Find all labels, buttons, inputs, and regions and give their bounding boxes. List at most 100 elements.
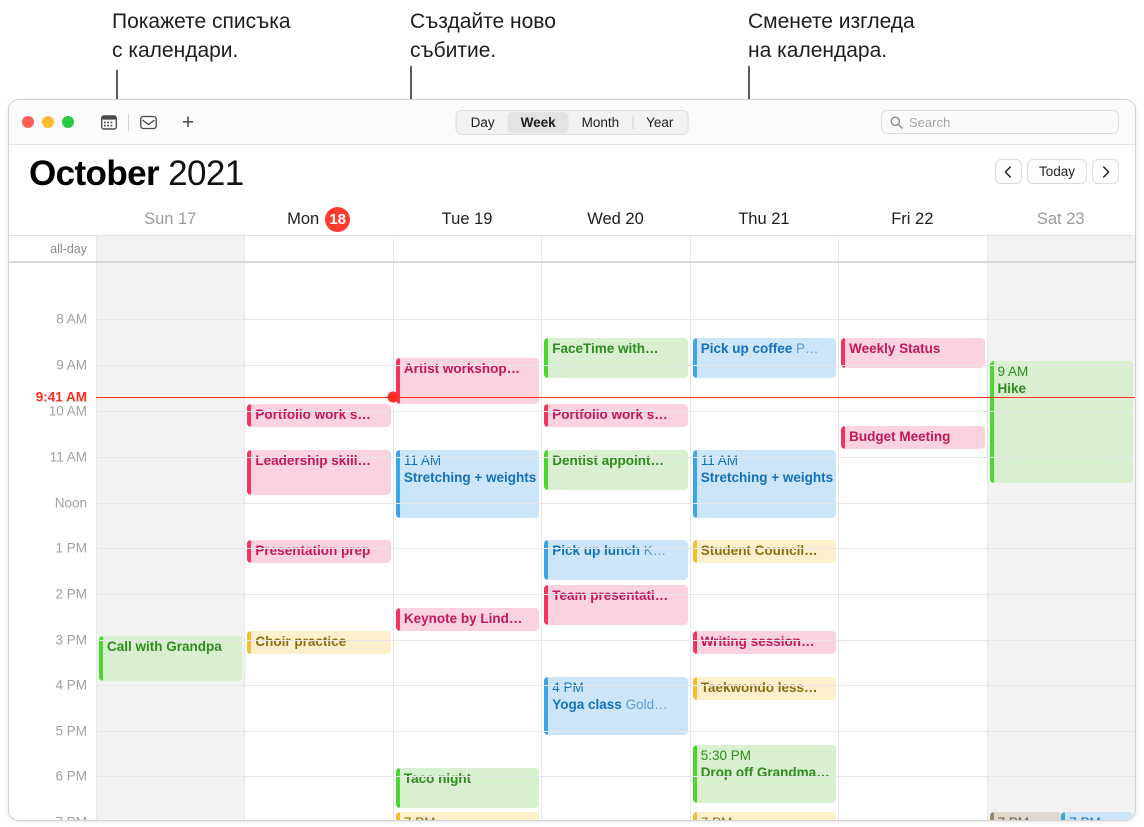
calendar-event[interactable]: Writing session… xyxy=(692,631,837,654)
page-title: October 2021 xyxy=(29,154,244,194)
day-column-thu[interactable]: Pick up coffee P… 11 AM Stretching + weigh… xyxy=(689,263,838,820)
calendar-event[interactable]: Choir practice xyxy=(247,631,391,654)
hour-label-10-am: 10 AM xyxy=(48,403,87,419)
calendar-window: + Day Week Month Year Search October 202… xyxy=(8,99,1136,821)
all-day-cell-mon[interactable] xyxy=(244,236,392,261)
calendar-event[interactable]: Budget Meeting xyxy=(841,426,985,449)
day-header-sat[interactable]: Sat 23 xyxy=(987,203,1135,235)
event-title: Weekly Status xyxy=(849,341,941,356)
inbox-button[interactable] xyxy=(134,109,162,135)
calendar-event[interactable]: FaceTime with… xyxy=(544,338,688,378)
chevron-left-icon xyxy=(1005,165,1012,178)
callout-text-calendar-list: Покажете списъка с календари. xyxy=(112,10,291,62)
new-event-button[interactable]: + xyxy=(176,112,200,133)
calendar-event[interactable]: Portfolio work s… xyxy=(247,404,391,427)
hour-label-7-pm: 7 PM xyxy=(9,815,87,821)
calendar-event[interactable]: Dentist appoint… xyxy=(544,450,688,490)
view-tab-week[interactable]: Week xyxy=(507,111,569,133)
calendar-event[interactable]: Pick up lunch K… xyxy=(544,540,688,580)
event-location: P… xyxy=(792,341,819,356)
calendar-event[interactable]: Portfolio work s… xyxy=(544,404,688,427)
day-column-wed[interactable]: FaceTime with… Portfolio work s… Dentist a… xyxy=(541,263,689,820)
event-time: 11 AM xyxy=(403,453,442,468)
event-title: Hike xyxy=(997,381,1027,397)
calendar-event[interactable]: Team presentati… xyxy=(544,585,688,625)
event-title: FaceTime with… xyxy=(552,341,659,356)
calendar-list-button[interactable] xyxy=(95,109,123,135)
day-column-mon[interactable]: Portfolio work s… Leadership skill… Presen… xyxy=(244,263,392,820)
hour-label-9-am: 9 AM xyxy=(56,357,87,373)
hour-gridline xyxy=(96,731,1135,732)
toolbar-icon-group: + xyxy=(95,109,200,135)
day-column-tue[interactable]: Artist workshop… 11 AM Stretching + weight… xyxy=(392,263,541,820)
event-title: Writing session… xyxy=(700,634,815,649)
day-header-tue[interactable]: Tue 19 xyxy=(393,203,541,235)
all-day-row: all-day xyxy=(9,236,1135,263)
calendar-event[interactable]: 7 PM xyxy=(692,812,837,820)
event-title: Portfolio work s… xyxy=(552,407,668,422)
hour-gridline xyxy=(96,685,1135,686)
event-time: 7 PM xyxy=(1069,814,1130,820)
day-column-sat[interactable]: 9 AMHike 7 PM 7 PM xyxy=(986,263,1135,820)
calendar-grid[interactable]: 8 AM 9 AM 10 AM 11 AM Noon 1 PM 2 PM 3 PM 4 PM 5 … xyxy=(9,263,1135,821)
calendar-event[interactable]: Student Council… xyxy=(692,540,837,563)
view-tab-month[interactable]: Month xyxy=(569,112,633,133)
close-button[interactable] xyxy=(22,116,34,128)
calendar-event[interactable]: 9 AM Hike xyxy=(989,361,1133,483)
day-header-row: Sun 17 Mon 18 Tue 19 Wed 20 Thu 21 Fri 22 Sat 2… xyxy=(9,203,1135,236)
calendar-event[interactable]: Presentation prep xyxy=(247,540,391,563)
day-column-sun[interactable]: Call with Grandpa xyxy=(96,263,245,820)
day-header-thu[interactable]: Thu 21 xyxy=(690,203,838,235)
search-icon xyxy=(890,116,903,129)
chevron-right-icon xyxy=(1102,165,1109,178)
hour-gridline xyxy=(96,503,1135,504)
day-header-wed[interactable]: Wed 20 xyxy=(541,203,689,235)
all-day-cell-tue[interactable] xyxy=(392,236,541,261)
calendar-event[interactable]: 11 AM Stretching + weights xyxy=(395,450,540,518)
hour-label-11-am: 11 AM xyxy=(49,449,87,465)
day-header-mon[interactable]: Mon 18 xyxy=(244,203,392,235)
search-field[interactable]: Search xyxy=(881,110,1119,134)
calendar-event[interactable]: 11 AM Stretching + weights xyxy=(692,450,837,518)
hour-gridline xyxy=(96,457,1135,458)
calendar-event[interactable]: Keynote by Lind… xyxy=(395,608,540,631)
toolbar-divider xyxy=(128,113,129,131)
event-location: K… xyxy=(640,543,667,558)
calendar-event[interactable]: Pick up coffee P… xyxy=(692,338,837,378)
calendar-event[interactable]: Taekwondo less… xyxy=(692,677,837,700)
hour-gridline xyxy=(96,411,1135,412)
all-day-cell-thu[interactable] xyxy=(689,236,838,261)
all-day-cell-sat[interactable] xyxy=(986,236,1135,261)
calendar-event[interactable]: Weekly Status xyxy=(841,338,985,368)
view-tab-year[interactable]: Year xyxy=(633,112,686,133)
previous-week-button[interactable] xyxy=(994,159,1022,184)
event-title: Drop off Grandma… xyxy=(700,765,830,781)
all-day-cell-fri[interactable] xyxy=(838,236,986,261)
all-day-cell-wed[interactable] xyxy=(541,236,689,261)
today-button[interactable]: Today xyxy=(1026,159,1087,184)
calendar-event[interactable]: 7 PM xyxy=(989,812,1062,820)
calendar-event[interactable]: Call with Grandpa xyxy=(99,636,243,681)
event-title: Call with Grandpa xyxy=(107,639,222,654)
all-day-cell-sun[interactable] xyxy=(96,236,245,261)
event-title: Stretching + weights xyxy=(700,470,834,486)
hour-label-4-pm: 4 PM xyxy=(55,677,87,693)
next-week-button[interactable] xyxy=(1092,159,1119,184)
day-columns: Call with Grandpa Portfolio work s… Leader… xyxy=(96,263,1135,820)
callout-text-change-view: Сменете изгледа на календара. xyxy=(748,10,915,62)
zoom-button[interactable] xyxy=(62,116,74,128)
calendar-event[interactable]: 5:30 PM Drop off Grandma… xyxy=(692,745,837,803)
calendar-event[interactable]: 7 PM xyxy=(1061,812,1133,820)
view-tab-day[interactable]: Day xyxy=(458,112,508,133)
minimize-button[interactable] xyxy=(42,116,54,128)
current-time-line xyxy=(96,397,1135,399)
day-column-fri[interactable]: Weekly Status Budget Meeting xyxy=(838,263,986,820)
event-title: Keynote by Lind… xyxy=(403,611,523,626)
event-title: Pick up lunch xyxy=(552,543,641,558)
month-name: October xyxy=(29,154,160,193)
day-header-sun[interactable]: Sun 17 xyxy=(96,203,244,235)
day-header-fri[interactable]: Fri 22 xyxy=(838,203,986,235)
calendar-event[interactable]: 7 PM xyxy=(395,812,540,820)
calendar-event[interactable]: Taco night xyxy=(395,768,540,808)
hour-label-noon: Noon xyxy=(54,495,87,511)
